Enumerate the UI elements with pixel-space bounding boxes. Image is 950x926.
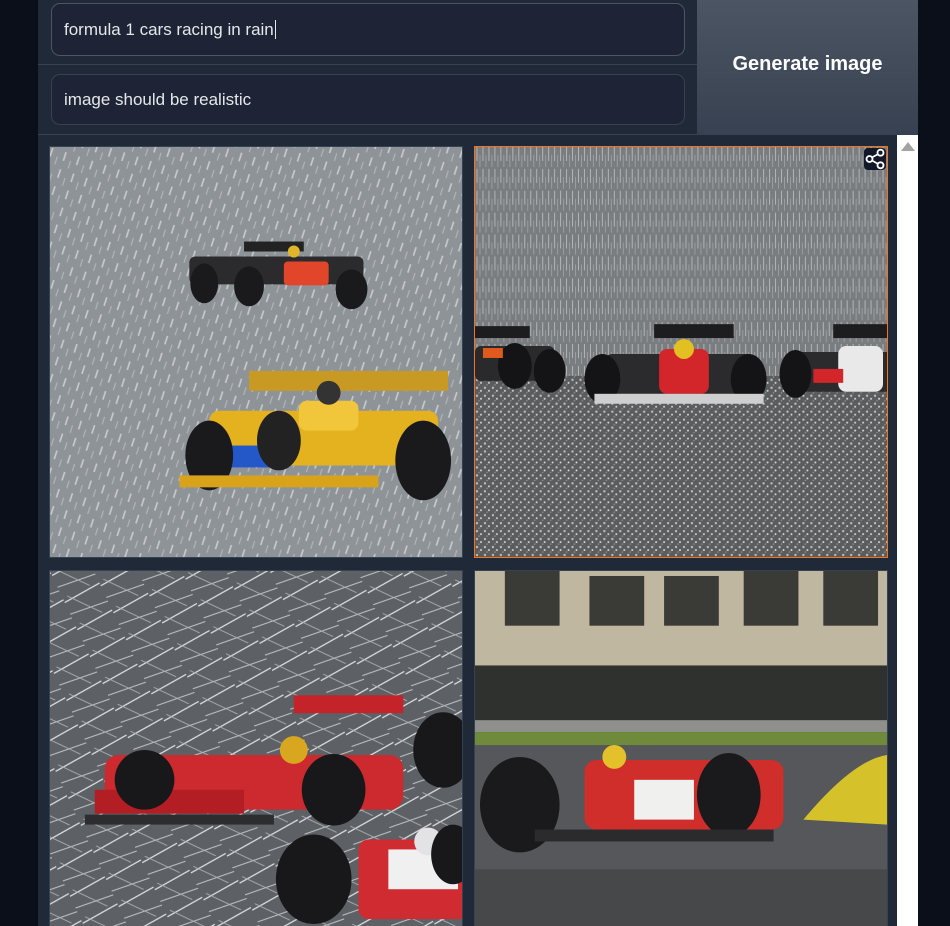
share-icon	[865, 148, 885, 170]
f1-rain-image-2	[475, 147, 887, 557]
gallery-image-2[interactable]	[474, 146, 888, 558]
prompt-row: formula 1 cars racing in rain	[38, 0, 697, 65]
scroll-thumb[interactable]	[900, 159, 915, 926]
text-caret	[274, 20, 276, 39]
f1-rain-image-1	[50, 147, 462, 557]
negative-prompt-row: image should be realistic	[38, 65, 697, 134]
f1-rain-image-4	[475, 571, 887, 926]
scroll-up-arrow-icon[interactable]	[901, 142, 915, 151]
negative-prompt-value: image should be realistic	[64, 89, 252, 109]
gallery-image-1[interactable]	[49, 146, 463, 558]
vertical-scrollbar[interactable]	[897, 135, 918, 926]
f1-rain-image-3	[50, 571, 462, 926]
gallery-image-4[interactable]	[474, 570, 888, 926]
prompt-input[interactable]: formula 1 cars racing in rain	[51, 3, 685, 56]
prompt-input-value: formula 1 cars racing in rain	[64, 19, 274, 39]
negative-prompt-input[interactable]: image should be realistic	[51, 74, 685, 125]
share-button[interactable]	[864, 148, 886, 170]
gallery-image-3[interactable]	[49, 570, 463, 926]
generate-image-button[interactable]: Generate image	[697, 0, 918, 134]
prompt-panel: formula 1 cars racing in rain image shou…	[38, 0, 697, 134]
image-gallery	[38, 135, 897, 926]
app-window: formula 1 cars racing in rain image shou…	[38, 0, 918, 926]
